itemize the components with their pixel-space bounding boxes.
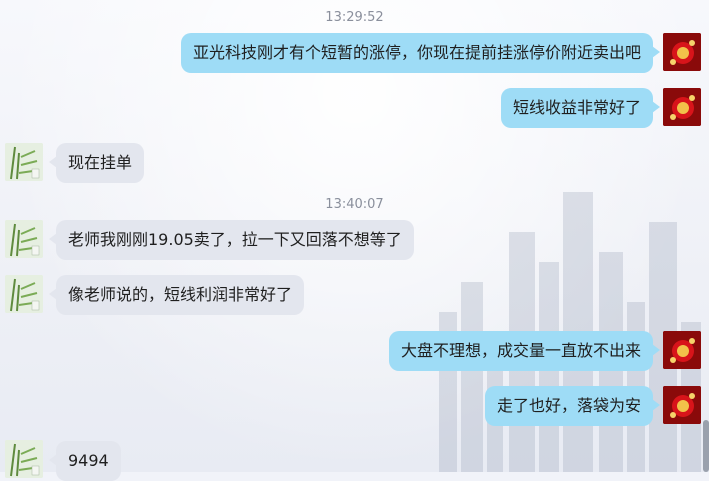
sender-avatar[interactable]: [663, 331, 701, 369]
bamboo-painting-avatar-icon: [5, 220, 43, 258]
receiver-avatar[interactable]: [5, 440, 43, 478]
message-bubble[interactable]: 亚光科技刚才有个短暂的涨停，你现在提前挂涨停价附近卖出吧: [180, 33, 661, 73]
sender-avatar[interactable]: [663, 386, 701, 424]
bamboo-painting-avatar-icon: [5, 440, 43, 478]
message-bubble[interactable]: 大盘不理想，成交量一直放不出来: [388, 331, 661, 371]
bamboo-painting-avatar-icon: [5, 275, 43, 313]
message-bubble[interactable]: 走了也好，落袋为安: [484, 386, 661, 426]
sender-avatar[interactable]: [663, 33, 701, 71]
sender-avatar[interactable]: [663, 88, 701, 126]
scrollbar[interactable]: [703, 420, 709, 472]
receiver-avatar[interactable]: [5, 220, 43, 258]
red-lantern-avatar-icon: [663, 386, 701, 424]
timestamp: 13:29:52: [325, 10, 384, 25]
red-lantern-avatar-icon: [663, 331, 701, 369]
message-bubble[interactable]: 老师我刚刚19.05卖了，拉一下又回落不想等了: [49, 220, 414, 260]
receiver-avatar[interactable]: [5, 143, 43, 181]
timestamp: 13:40:07: [325, 197, 384, 212]
red-lantern-avatar-icon: [663, 33, 701, 71]
message-bubble[interactable]: 像老师说的，短线利润非常好了: [48, 275, 305, 315]
red-lantern-avatar-icon: [663, 88, 701, 126]
receiver-avatar[interactable]: [5, 275, 43, 313]
message-bubble[interactable]: 9494: [49, 441, 121, 481]
message-bubble[interactable]: 现在挂单: [48, 143, 145, 183]
message-bubble[interactable]: 短线收益非常好了: [500, 88, 661, 128]
bamboo-painting-avatar-icon: [5, 143, 43, 181]
